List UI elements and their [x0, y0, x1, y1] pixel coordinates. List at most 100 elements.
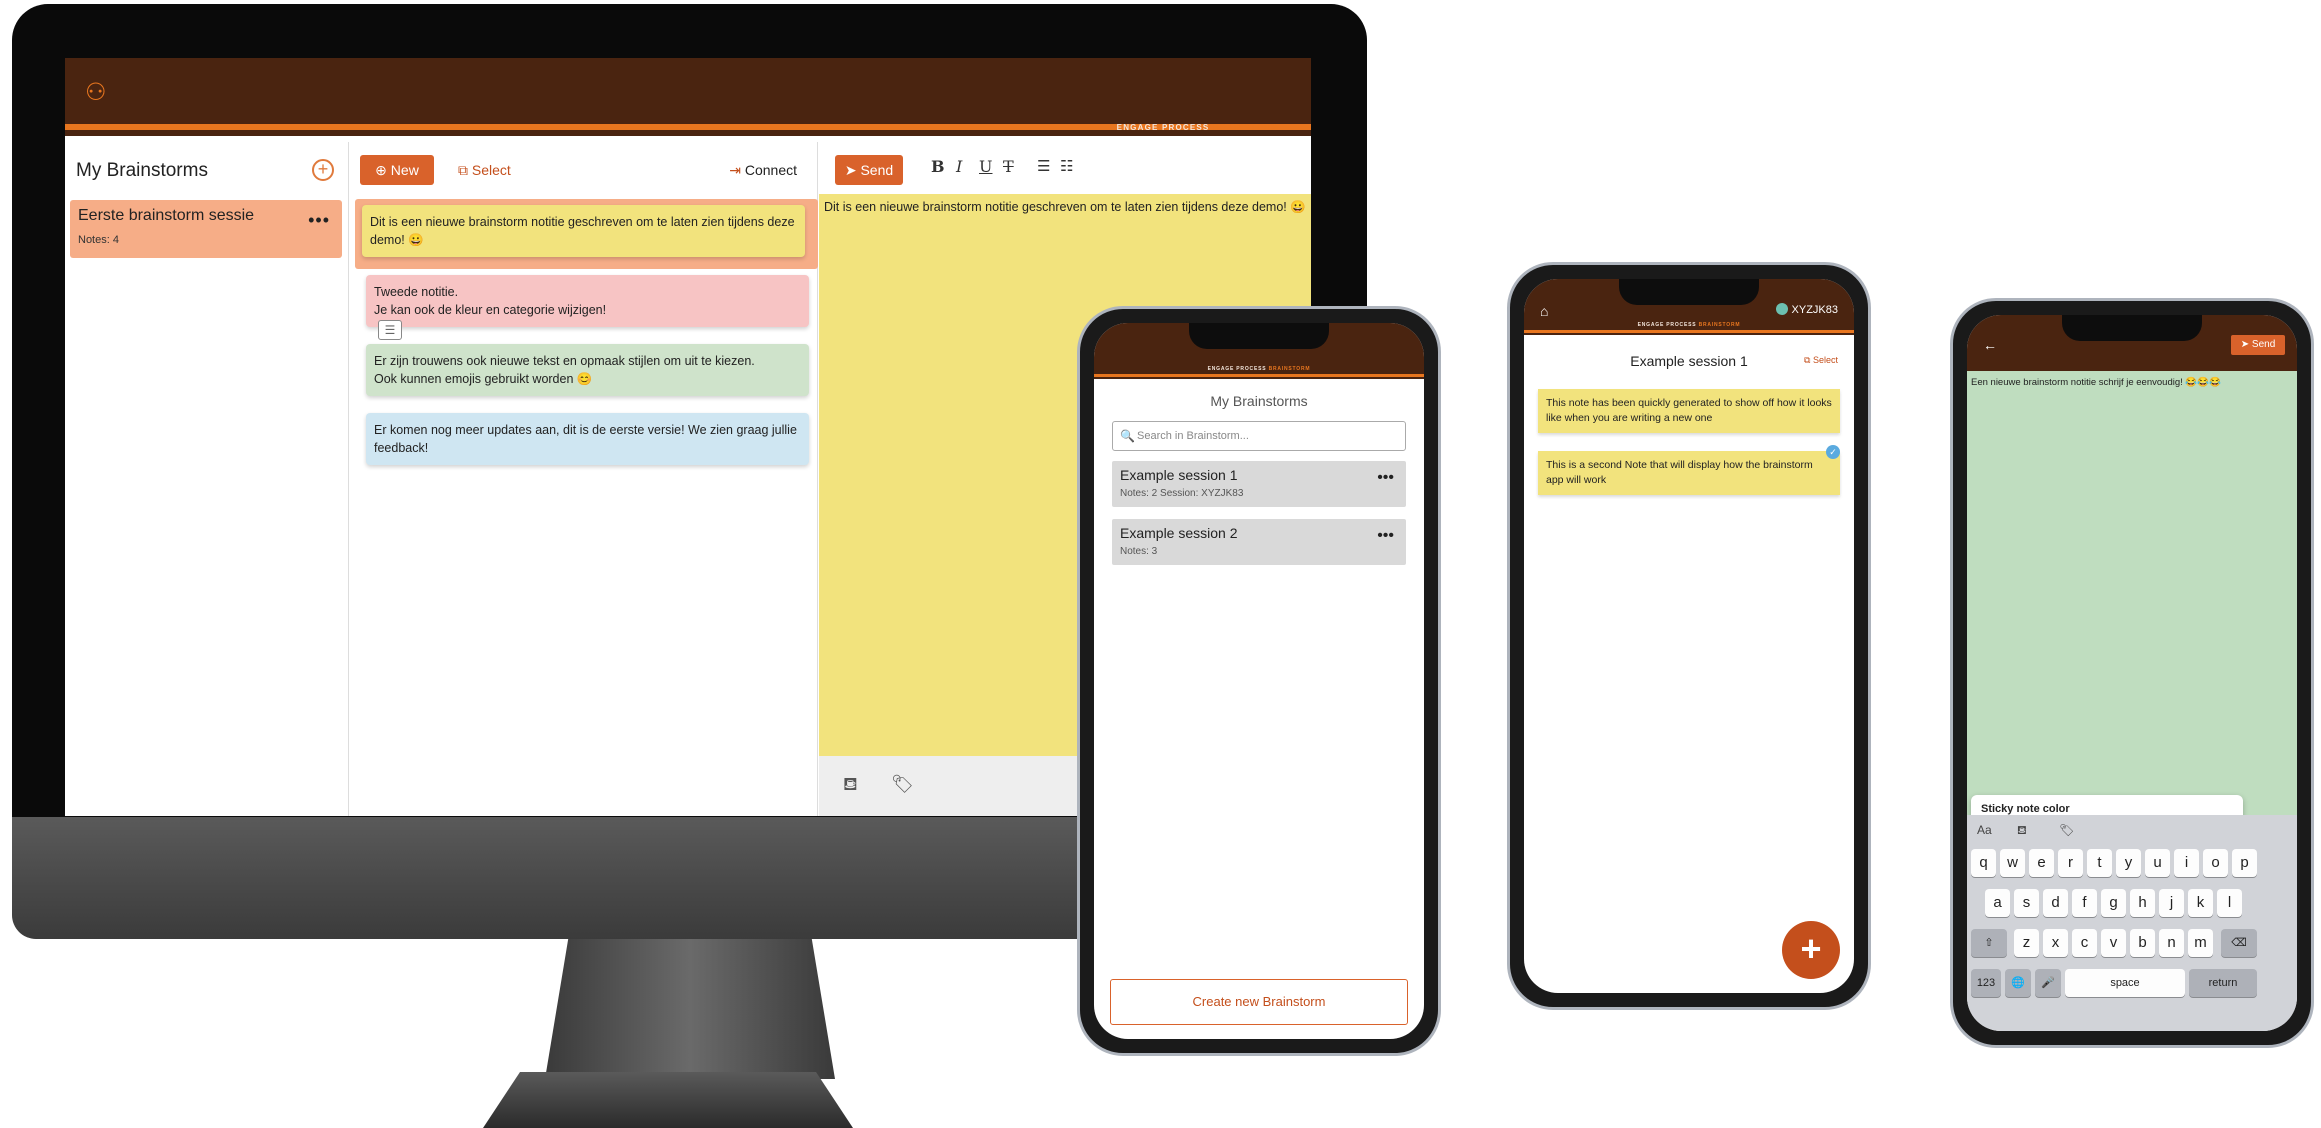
brand-accent: BRAINSTORM: [1212, 123, 1279, 132]
note-card[interactable]: This note has been quickly generated to …: [1538, 389, 1840, 433]
sessions-panel: My Brainstorms + Eerste brainstorm sessi…: [65, 142, 349, 816]
key[interactable]: v: [2101, 929, 2126, 957]
search-input[interactable]: 🔍 Search in Brainstorm...: [1112, 421, 1406, 451]
send-button[interactable]: ➤ Send: [2231, 335, 2285, 355]
send-label: Send: [2251, 339, 2276, 350]
session-card[interactable]: Example session 1 Notes: 2 Session: XYZJ…: [1112, 461, 1406, 507]
add-session-icon[interactable]: +: [312, 159, 334, 181]
return-key[interactable]: return: [2189, 969, 2257, 997]
session-code-badge[interactable]: XYZJK83: [1775, 303, 1838, 316]
note-editor[interactable]: Een nieuwe brainstorm notitie schrijf je…: [1967, 371, 2297, 831]
key[interactable]: h: [2130, 889, 2155, 917]
home-icon[interactable]: ⌂: [1540, 303, 1548, 319]
brand-label: ENGAGE PROCESS BRAINSTORM: [1524, 322, 1854, 328]
brand-accent: BRAINSTORM: [1268, 366, 1311, 372]
add-note-button[interactable]: +: [1782, 921, 1840, 979]
tag-icon[interactable]: 🏷: [891, 774, 914, 795]
session-subtitle: Notes: 3: [1120, 546, 1158, 557]
note-card[interactable]: Tweede notitie. Je kan ook de kleur en c…: [366, 275, 809, 327]
key[interactable]: n: [2159, 929, 2184, 957]
key[interactable]: c: [2072, 929, 2097, 957]
note-text: This note has been quickly generated to …: [1546, 397, 1832, 424]
phone-notch: [2062, 315, 2202, 341]
session-code: XYZJK83: [1791, 304, 1838, 316]
back-arrow-icon[interactable]: ←: [1983, 337, 1997, 353]
session-card[interactable]: Eerste brainstorm sessie Notes: 4 •••: [70, 200, 342, 258]
key[interactable]: y: [2116, 849, 2141, 877]
paint-bucket-icon[interactable]: ⛾: [843, 774, 858, 798]
note-card[interactable]: Dit is een nieuwe brainstorm notitie ges…: [362, 205, 805, 257]
numbers-key[interactable]: 123: [1971, 969, 2001, 997]
key[interactable]: d: [2043, 889, 2068, 917]
note-text: This is a second Note that will display …: [1546, 459, 1813, 486]
key[interactable]: u: [2145, 849, 2170, 877]
note-card[interactable]: Er komen nog meer updates aan, dit is de…: [366, 413, 809, 465]
bold-button[interactable]: B: [931, 157, 945, 176]
session-title: Example session 2: [1120, 525, 1238, 541]
category-icon[interactable]: ☰: [378, 320, 402, 340]
key[interactable]: f: [2072, 889, 2097, 917]
key[interactable]: q: [1971, 849, 1996, 877]
note-card[interactable]: This is a second Note that will display …: [1538, 451, 1840, 495]
key[interactable]: s: [2014, 889, 2039, 917]
key[interactable]: p: [2232, 849, 2257, 877]
header-accent-line: [1524, 330, 1854, 333]
space-key[interactable]: space: [2065, 969, 2185, 997]
more-options-icon[interactable]: •••: [1377, 527, 1394, 545]
popup-title: Sticky note color: [1981, 803, 2070, 815]
create-brainstorm-button[interactable]: Create new Brainstorm: [1110, 979, 1408, 1025]
underline-button[interactable]: U: [979, 157, 992, 176]
send-button[interactable]: ➤ Send: [835, 155, 903, 185]
team-logo-icon[interactable]: ⚇: [85, 78, 119, 106]
key[interactable]: r: [2058, 849, 2083, 877]
numbered-list-icon[interactable]: ☷: [1060, 157, 1073, 175]
key[interactable]: z: [2014, 929, 2039, 957]
select-button[interactable]: ⧉ Select: [458, 155, 511, 185]
key[interactable]: j: [2159, 889, 2184, 917]
phone-session: ⌂ XYZJK83 ENGAGE PROCESS BRAINSTORM Exam…: [1507, 262, 1871, 1010]
key[interactable]: b: [2130, 929, 2155, 957]
session-title: Example session 1: [1120, 467, 1238, 483]
key[interactable]: o: [2203, 849, 2228, 877]
key[interactable]: i: [2174, 849, 2199, 877]
key[interactable]: a: [1985, 889, 2010, 917]
paint-bucket-icon[interactable]: ⛾: [2017, 823, 2027, 839]
new-note-button[interactable]: ⊕ New: [360, 155, 434, 185]
select-button[interactable]: ⧉ Select: [1804, 355, 1838, 366]
session-card[interactable]: Example session 2 Notes: 3 •••: [1112, 519, 1406, 565]
search-icon: 🔍: [1120, 429, 1135, 443]
link-icon: [1775, 303, 1788, 315]
bullet-list-icon[interactable]: ☰: [1037, 157, 1050, 175]
key[interactable]: w: [2000, 849, 2025, 877]
tag-icon[interactable]: 🏷: [2059, 823, 2074, 837]
connect-button[interactable]: ⇥ Connect: [729, 155, 797, 185]
strikethrough-button[interactable]: T: [1003, 157, 1014, 176]
new-label: New: [390, 162, 419, 178]
note-text: Er zijn trouwens ook nieuwe tekst en opm…: [374, 354, 755, 386]
key[interactable]: t: [2087, 849, 2112, 877]
phone-notch: [1189, 323, 1329, 349]
key[interactable]: l: [2217, 889, 2242, 917]
notes-panel: ⊕ New ⧉ Select ⇥ Connect Dit is een nieu…: [350, 142, 818, 816]
more-options-icon[interactable]: •••: [1377, 469, 1394, 487]
globe-icon[interactable]: 🌐: [2005, 969, 2031, 997]
header-accent-line: [1094, 374, 1424, 377]
italic-button[interactable]: I: [956, 157, 962, 176]
key[interactable]: k: [2188, 889, 2213, 917]
note-card[interactable]: Er zijn trouwens ook nieuwe tekst en opm…: [366, 344, 809, 396]
note-text: Dit is een nieuwe brainstorm notitie ges…: [370, 215, 795, 247]
key[interactable]: e: [2029, 849, 2054, 877]
monitor-stand: [545, 939, 835, 1079]
text-style-button[interactable]: Aa: [1977, 823, 1992, 837]
shift-key[interactable]: ⇧: [1971, 929, 2007, 957]
phone-brainstorms: ENGAGE PROCESS BRAINSTORM My Brainstorms…: [1077, 306, 1441, 1056]
page-title: My Brainstorms: [1210, 393, 1308, 409]
check-icon: ✓: [1826, 445, 1840, 459]
key[interactable]: g: [2101, 889, 2126, 917]
microphone-icon[interactable]: 🎤: [2035, 969, 2061, 997]
key[interactable]: x: [2043, 929, 2068, 957]
backspace-key[interactable]: ⌫: [2221, 929, 2257, 957]
key[interactable]: m: [2188, 929, 2213, 957]
more-options-icon[interactable]: •••: [308, 210, 330, 231]
app-header: ⚇ ENGAGE PROCESS BRAINSTORM: [65, 58, 1311, 136]
